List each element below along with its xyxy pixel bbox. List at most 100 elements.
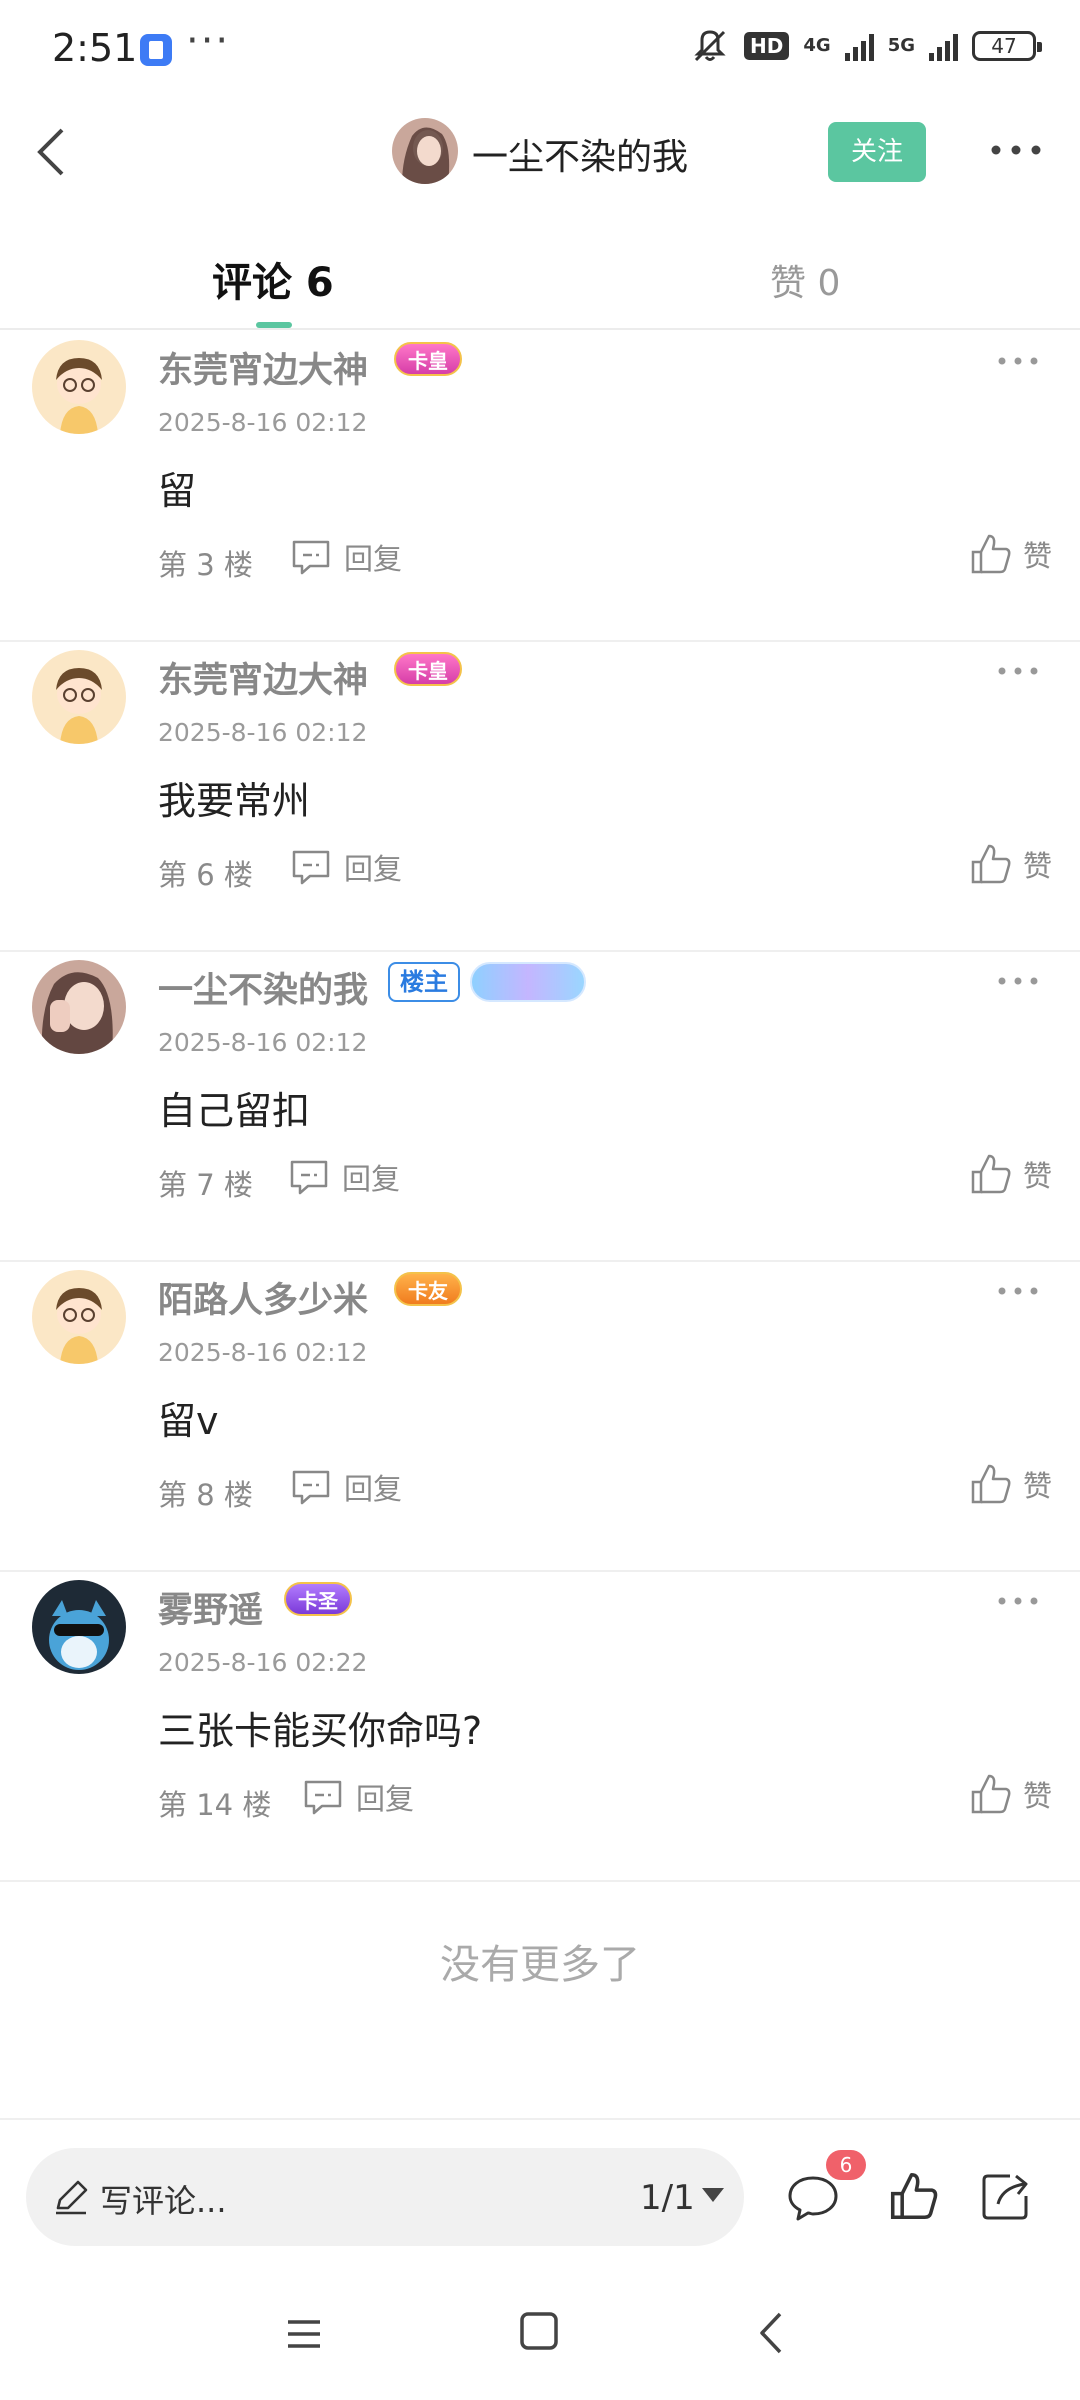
reply-button[interactable]: 回复 <box>288 1156 400 1198</box>
comment-item: 陌路人多少米 卡友 2025-8-16 02:12 留v 第 8 楼 回复 赞 <box>0 1262 1080 1572</box>
floor-number: 第 3 楼 <box>158 548 253 582</box>
notification-app-icon <box>140 34 172 66</box>
comment-more-icon[interactable] <box>988 1276 1048 1306</box>
reply-label: 回复 <box>342 1162 401 1196</box>
level-badge: 卡圣 <box>284 1582 352 1616</box>
reply-label: 回复 <box>344 1472 403 1506</box>
level-badge: 卡皇 <box>394 342 462 376</box>
comment-author[interactable]: 陌路人多少米 <box>158 1272 368 1323</box>
floor-number: 第 8 楼 <box>158 1478 253 1512</box>
reply-button[interactable]: 回复 <box>290 536 402 578</box>
floor-number: 第 7 楼 <box>158 1168 253 1202</box>
like-button[interactable]: 赞 <box>969 1772 1052 1816</box>
thumbs-up-icon[interactable] <box>888 2170 940 2222</box>
hd-voice-icon: HD <box>744 32 790 60</box>
like-button[interactable]: 赞 <box>969 532 1052 576</box>
reply-icon <box>290 1160 328 1195</box>
comment-item: 东莞宵边大神 卡皇 2025-8-16 02:12 我要常州 第 6 楼 回复 … <box>0 642 1080 952</box>
like-label: 赞 <box>1022 1779 1052 1813</box>
level-badge: 卡友 <box>394 1272 462 1306</box>
more-options-icon[interactable] <box>986 130 1046 170</box>
decoration-badge-icon <box>470 962 586 1002</box>
badge-group: 卡皇 <box>394 342 462 376</box>
avatar[interactable] <box>32 340 126 434</box>
reply-label: 回复 <box>344 852 403 886</box>
bottom-action-bar: 写评论... 1/1 6 <box>0 2118 1080 2268</box>
thumbs-up-icon <box>971 1154 1011 1194</box>
badge-group: 卡圣 <box>284 1582 352 1616</box>
comment-time: 2025-8-16 02:12 <box>158 1028 368 1057</box>
comment-more-icon[interactable] <box>988 346 1048 376</box>
comment-time: 2025-8-16 02:12 <box>158 718 368 747</box>
share-icon[interactable] <box>980 2170 1032 2222</box>
level-badge: 卡皇 <box>394 652 462 686</box>
home-icon[interactable] <box>518 2310 560 2352</box>
author-name[interactable]: 一尘不染的我 <box>472 128 688 180</box>
battery-icon: 47 <box>972 31 1042 61</box>
signal-4g-icon <box>844 31 874 61</box>
tab-bar: 评论 6 赞 0 <box>0 230 1080 330</box>
like-label: 赞 <box>1022 539 1052 573</box>
floor-number: 第 14 楼 <box>158 1788 272 1822</box>
reply-icon <box>292 1470 330 1505</box>
reply-button[interactable]: 回复 <box>290 846 402 888</box>
avatar[interactable] <box>32 1270 126 1364</box>
page-indicator[interactable]: 1/1 <box>640 2178 695 2218</box>
like-label: 赞 <box>1022 849 1052 883</box>
menu-icon[interactable] <box>284 2314 324 2354</box>
network-5g-label: 5G <box>887 35 915 56</box>
comment-input[interactable]: 写评论... 1/1 <box>26 2148 744 2246</box>
comment-author[interactable]: 东莞宵边大神 <box>158 652 368 703</box>
status-time: 2:51 <box>52 26 138 70</box>
tab-comments[interactable]: 评论 6 <box>212 250 334 308</box>
comment-author[interactable]: 雾野遥 <box>158 1582 263 1633</box>
more-notifications-icon: ··· <box>186 18 231 64</box>
badge-group: 卡友 <box>394 1272 462 1306</box>
mute-icon <box>694 30 726 62</box>
comment-author[interactable]: 一尘不染的我 <box>158 962 368 1013</box>
comment-time: 2025-8-16 02:12 <box>158 1338 368 1367</box>
tab-likes[interactable]: 赞 0 <box>770 254 840 306</box>
reply-label: 回复 <box>344 542 403 576</box>
comment-text: 留v <box>158 1399 219 1443</box>
author-avatar[interactable] <box>392 118 458 184</box>
host-badge: 楼主 <box>388 962 460 1002</box>
comment-item: 东莞宵边大神 卡皇 2025-8-16 02:12 留 第 3 楼 回复 赞 <box>0 332 1080 642</box>
header: 一尘不染的我 关注 <box>0 100 1080 210</box>
back-arrow-icon[interactable] <box>22 120 86 184</box>
like-button[interactable]: 赞 <box>969 1462 1052 1506</box>
comment-text: 我要常州 <box>158 779 311 823</box>
pen-icon <box>56 2180 88 2215</box>
chevron-down-icon[interactable] <box>702 2188 724 2202</box>
thumbs-up-icon <box>971 844 1011 884</box>
like-button[interactable]: 赞 <box>969 842 1052 886</box>
like-label: 赞 <box>1022 1469 1052 1503</box>
back-icon[interactable] <box>756 2310 786 2356</box>
avatar[interactable] <box>32 650 126 744</box>
comment-text: 自己留扣 <box>158 1089 311 1133</box>
comment-time: 2025-8-16 02:22 <box>158 1648 368 1677</box>
like-button[interactable]: 赞 <box>969 1152 1052 1196</box>
like-label: 赞 <box>1022 1159 1052 1193</box>
comment-more-icon[interactable] <box>988 656 1048 686</box>
comment-text: 留 <box>158 469 197 513</box>
comment-bubble-icon[interactable] <box>786 2172 840 2224</box>
reply-button[interactable]: 回复 <box>290 1466 402 1508</box>
reply-icon <box>292 540 330 575</box>
follow-button[interactable]: 关注 <box>828 122 926 182</box>
end-of-list-note: 没有更多了 <box>440 1942 640 1988</box>
reply-button[interactable]: 回复 <box>302 1776 414 1818</box>
comment-more-icon[interactable] <box>988 966 1048 996</box>
comment-more-icon[interactable] <box>988 1586 1048 1616</box>
thumbs-up-icon <box>971 1464 1011 1504</box>
signal-5g-icon <box>929 31 958 61</box>
active-tab-indicator <box>256 322 292 328</box>
comment-author[interactable]: 东莞宵边大神 <box>158 342 368 393</box>
reply-label: 回复 <box>356 1782 415 1816</box>
comment-item: 雾野遥 卡圣 2025-8-16 02:22 三张卡能买你命吗? 第 14 楼 … <box>0 1572 1080 1882</box>
system-nav-bar <box>0 2290 1080 2380</box>
reply-icon <box>304 1780 342 1815</box>
avatar[interactable] <box>32 960 126 1054</box>
comment-list: 东莞宵边大神 卡皇 2025-8-16 02:12 留 第 3 楼 回复 赞 东… <box>0 332 1080 1882</box>
avatar[interactable] <box>32 1580 126 1674</box>
